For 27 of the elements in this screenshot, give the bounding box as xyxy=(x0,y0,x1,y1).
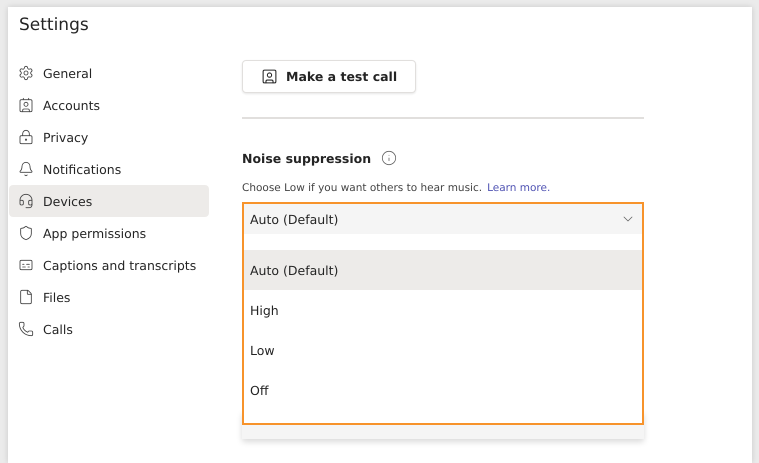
headset-icon xyxy=(18,193,34,209)
gear-icon xyxy=(18,65,34,81)
captions-icon xyxy=(18,257,34,273)
sidebar-item[interactable]: Notifications xyxy=(9,153,209,185)
phone-icon xyxy=(18,321,34,337)
sidebar-item[interactable]: Accounts xyxy=(9,89,209,121)
sidebar-item[interactable]: Captions and transcripts xyxy=(9,249,209,281)
info-icon[interactable] xyxy=(381,150,398,166)
sidebar-item[interactable]: App permissions xyxy=(9,217,209,249)
sidebar-item[interactable]: Privacy xyxy=(9,121,209,153)
user-card-icon xyxy=(261,68,278,85)
id-card-icon xyxy=(18,97,34,113)
dropdown-option[interactable]: Auto (Default) xyxy=(244,250,642,290)
learn-more-link[interactable]: Learn more. xyxy=(487,182,550,194)
help-text: Choose Low if you want others to hear music. xyxy=(242,182,482,194)
test-call-button[interactable]: Make a test call xyxy=(242,60,416,93)
dialog-title: Settings xyxy=(18,15,90,37)
lock-icon xyxy=(18,129,34,145)
file-icon xyxy=(18,289,34,305)
noise-select[interactable]: Auto (Default) xyxy=(244,204,642,234)
shield-icon xyxy=(18,225,34,241)
section-heading: Noise suppression xyxy=(242,150,372,166)
sidebar-item[interactable]: Devices xyxy=(9,185,209,217)
bell-icon xyxy=(18,161,34,177)
sidebar-item[interactable]: General xyxy=(9,57,209,89)
sidebar-item[interactable]: Calls xyxy=(9,313,209,345)
sidebar-item[interactable]: Files xyxy=(9,281,209,313)
